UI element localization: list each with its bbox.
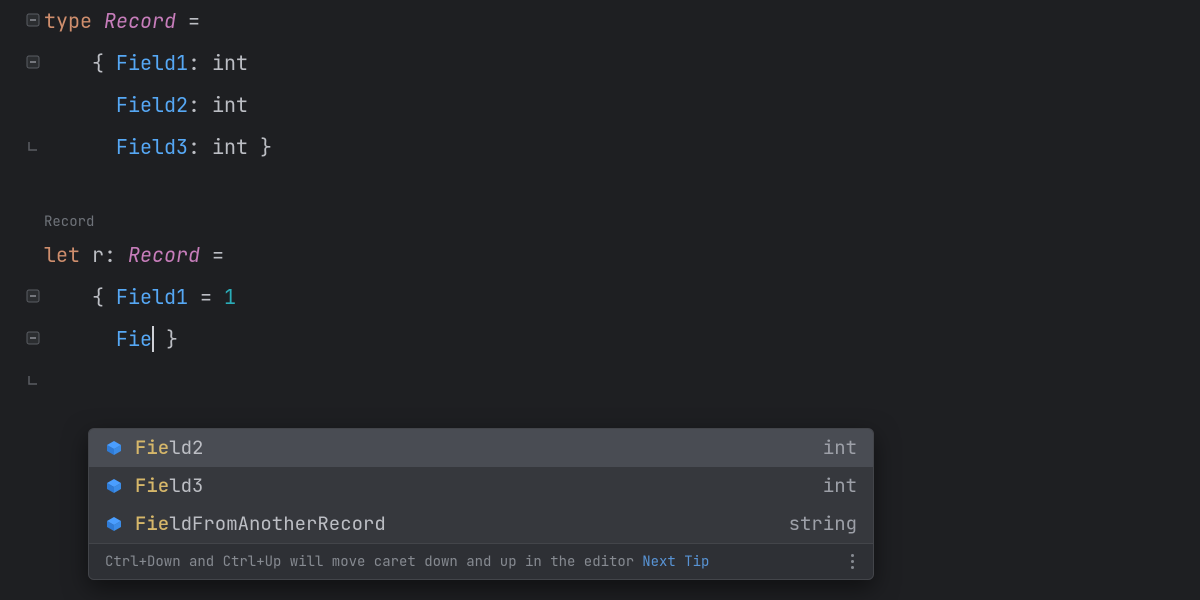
- fold-toggle-icon[interactable]: [26, 289, 42, 305]
- completion-item[interactable]: Field3 int: [89, 467, 873, 505]
- code-line[interactable]: { Field1: int: [44, 42, 272, 84]
- field-name: Field3: [116, 134, 188, 160]
- field-icon: [105, 515, 123, 533]
- inlay-hint: Record: [44, 210, 272, 234]
- keyword-let: let: [44, 242, 80, 268]
- code-line-blank[interactable]: [44, 168, 272, 210]
- completion-label: Field2: [135, 429, 203, 467]
- completion-type: int: [823, 429, 857, 467]
- field-icon: [105, 439, 123, 457]
- code-editor[interactable]: type Record = { Field1: int Field2: int …: [44, 0, 272, 360]
- field-icon: [105, 477, 123, 495]
- type-literal: int: [212, 50, 248, 76]
- next-tip-link[interactable]: Next Tip: [642, 543, 709, 581]
- type-literal: int: [212, 92, 248, 118]
- completion-item[interactable]: FieldFromAnotherRecord string: [89, 505, 873, 543]
- number-literal: 1: [224, 284, 236, 310]
- completion-label: FieldFromAnotherRecord: [135, 505, 386, 543]
- type-name: Record: [128, 242, 212, 268]
- type-literal: int: [212, 134, 248, 160]
- fold-toggle-icon[interactable]: [26, 55, 42, 71]
- completion-type: string: [789, 505, 857, 543]
- tip-text: Ctrl+Down and Ctrl+Up will move caret do…: [105, 543, 634, 581]
- fold-toggle-icon[interactable]: [26, 331, 42, 347]
- code-line[interactable]: { Field1 = 1: [44, 276, 272, 318]
- code-line[interactable]: Fie }: [44, 318, 272, 360]
- completion-item[interactable]: Field2 int: [89, 429, 873, 467]
- code-line[interactable]: type Record =: [44, 0, 272, 42]
- field-name: Field1: [116, 50, 188, 76]
- completion-popup: Field2 int Field3 int FieldFromAnotherRe…: [88, 428, 874, 580]
- code-line[interactable]: Field3: int }: [44, 126, 272, 168]
- code-line[interactable]: let r: Record =: [44, 234, 272, 276]
- type-name: Record: [104, 8, 188, 34]
- fold-end-icon[interactable]: [26, 139, 42, 155]
- code-line[interactable]: Field2: int: [44, 84, 272, 126]
- completion-footer: Ctrl+Down and Ctrl+Up will move caret do…: [89, 543, 873, 579]
- more-menu-icon[interactable]: [843, 554, 861, 569]
- keyword-type: type: [44, 8, 92, 34]
- fold-end-icon[interactable]: [26, 373, 42, 389]
- partial-input: Fie: [116, 326, 152, 352]
- completion-type: int: [823, 467, 857, 505]
- field-name: Field2: [116, 92, 188, 118]
- gutter: [0, 0, 44, 600]
- field-name: Field1: [116, 284, 188, 310]
- fold-toggle-icon[interactable]: [26, 13, 42, 29]
- completion-label: Field3: [135, 467, 203, 505]
